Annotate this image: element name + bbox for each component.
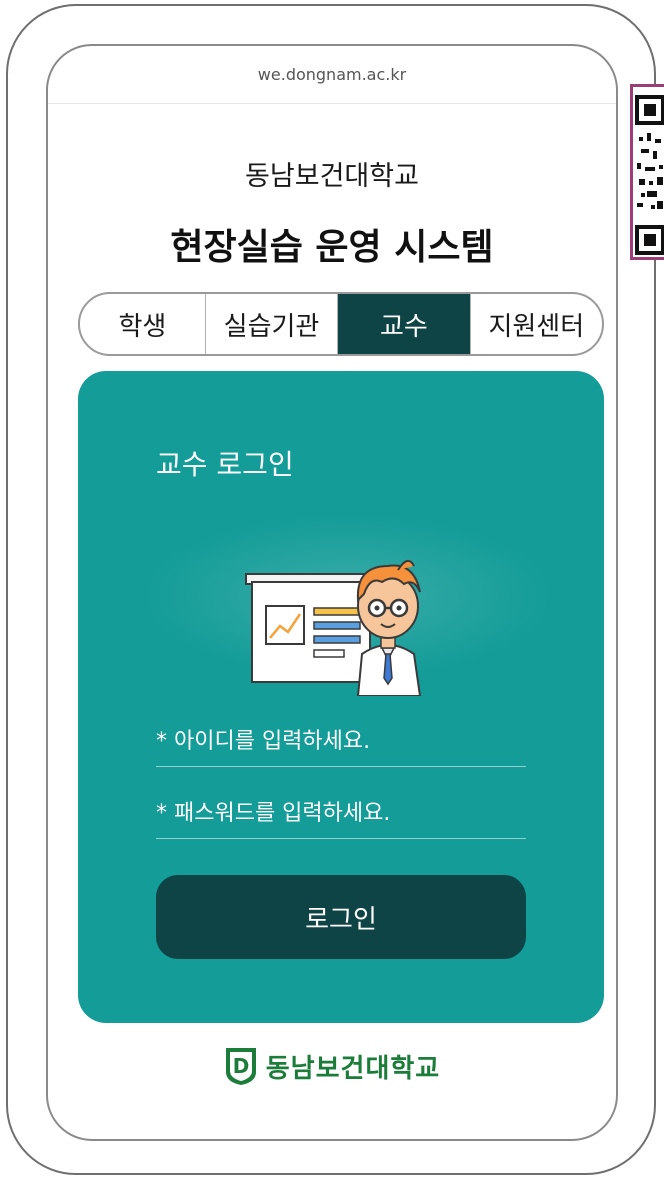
tab-professor[interactable]: 교수	[338, 294, 471, 354]
login-card: 교수 로그인 * 아이디를 입력하세요. * 패스워드를 입력하세요. 로그인	[78, 371, 604, 1023]
school-logo: D 동남보건대학교	[48, 1046, 616, 1086]
emblem-letter: D	[232, 1054, 249, 1078]
password-input[interactable]: * 패스워드를 입력하세요.	[156, 783, 526, 839]
phone-screen: we.dongnam.ac.kr 동남보건대학교 현장실습 운영 시스템 학생 …	[46, 44, 618, 1141]
id-input[interactable]: * 아이디를 입력하세요.	[156, 711, 526, 767]
role-tabs: 학생 실습기관 교수 지원센터	[78, 292, 604, 356]
school-emblem-icon: D	[225, 1048, 256, 1085]
id-placeholder: * 아이디를 입력하세요.	[156, 728, 371, 754]
school-name: 동남보건대학교	[245, 161, 419, 192]
login-title: 교수 로그인	[156, 448, 294, 481]
logo-text: 동남보건대학교	[265, 1053, 441, 1084]
login-button[interactable]: 로그인	[156, 875, 526, 959]
address-bar[interactable]: we.dongnam.ac.kr	[48, 46, 616, 104]
url-text: we.dongnam.ac.kr	[257, 65, 407, 84]
tab-support-center[interactable]: 지원센터	[471, 294, 602, 354]
tab-student[interactable]: 학생	[80, 294, 206, 354]
professor-illustration	[245, 559, 422, 696]
tab-institution[interactable]: 실습기관	[206, 294, 339, 354]
qr-code-icon	[630, 84, 664, 260]
password-placeholder: * 패스워드를 입력하세요.	[156, 800, 391, 826]
page-title: 현장실습 운영 시스템	[170, 227, 494, 268]
